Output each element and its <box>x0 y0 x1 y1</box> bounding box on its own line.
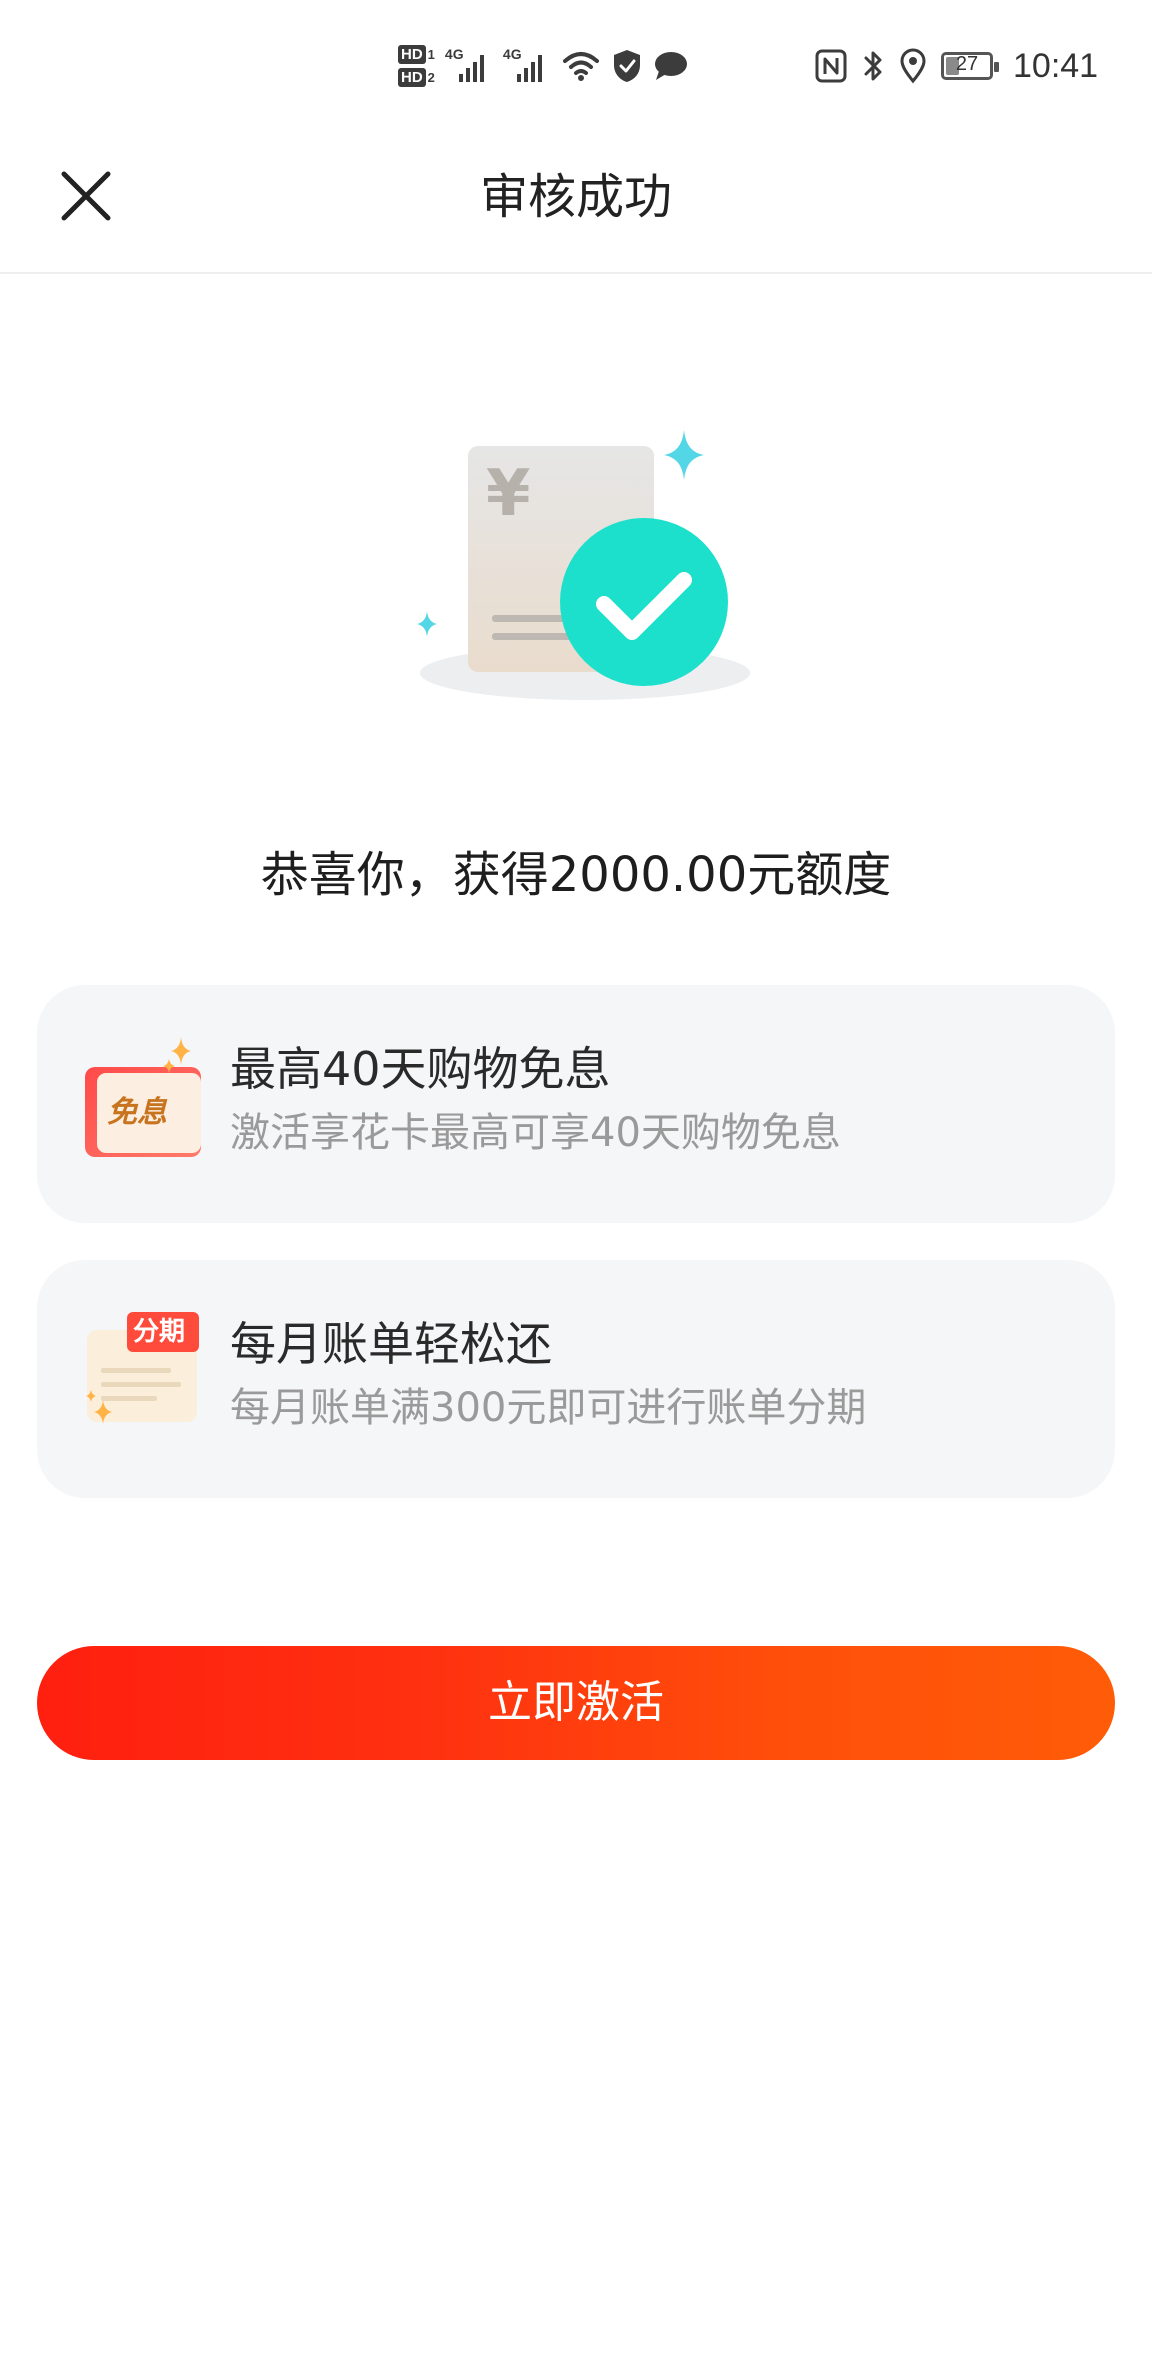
hd-2-num: 2 <box>427 70 435 85</box>
battery-icon: 27 <box>941 52 999 80</box>
currency-symbol: ¥ <box>486 457 531 531</box>
signal-icon: 4G <box>445 46 493 86</box>
benefit-desc: 激活享花卡最高可享40天购物免息 <box>230 1110 841 1156</box>
benefit-title: 每月账单轻松还 <box>230 1317 552 1371</box>
status-bar-right-icons: 27 10:41 <box>815 36 1098 96</box>
success-illustration: ¥ <box>400 410 760 730</box>
credit-headline: 恭喜你，获得2000.00元额度 <box>260 847 892 903</box>
installment-icon: 分期 <box>85 1312 225 1442</box>
hd-2-label: HD <box>398 68 426 87</box>
chat-icon <box>654 52 687 80</box>
benefit-desc: 每月账单满300元即可进行账单分期 <box>230 1385 867 1431</box>
signal-icon: 4G <box>503 46 551 86</box>
page-title: 审核成功 <box>479 169 672 225</box>
benefit-card-installment: 分期 每月账单轻松还 每月账单满300元即可进行账单分期 <box>37 1260 1115 1498</box>
sparkle-icon <box>664 430 704 480</box>
hd-1-label: HD <box>398 45 426 64</box>
benefit-card-interest-free: 免息 最高40天购物免息 激活享花卡最高可享40天购物免息 <box>37 985 1115 1223</box>
benefit-title: 最高40天购物免息 <box>230 1042 611 1096</box>
wifi-icon <box>562 52 599 81</box>
installment-icon-label: 分期 <box>133 1317 186 1347</box>
interest-free-icon: 免息 <box>85 1037 225 1167</box>
check-icon <box>560 518 728 686</box>
bluetooth-icon <box>864 51 882 81</box>
activate-button[interactable]: 立即激活 <box>37 1646 1115 1760</box>
sparkle-icon <box>417 611 437 637</box>
interest-free-icon-label: 免息 <box>107 1095 167 1130</box>
nfc-icon <box>815 49 847 83</box>
battery-level: 27 <box>955 53 979 75</box>
status-bar: HD 1 HD 2 4G 4G 27 10:41 <box>0 0 1152 132</box>
hd-icon: HD 1 HD 2 <box>398 45 435 87</box>
status-bar-left-icons: HD 1 HD 2 4G 4G <box>398 36 689 96</box>
shield-icon <box>613 50 640 82</box>
hd-1-num: 1 <box>427 47 435 62</box>
location-icon <box>900 48 926 84</box>
status-time: 10:41 <box>1013 46 1099 85</box>
nav-bar: 审核成功 <box>0 132 1152 274</box>
